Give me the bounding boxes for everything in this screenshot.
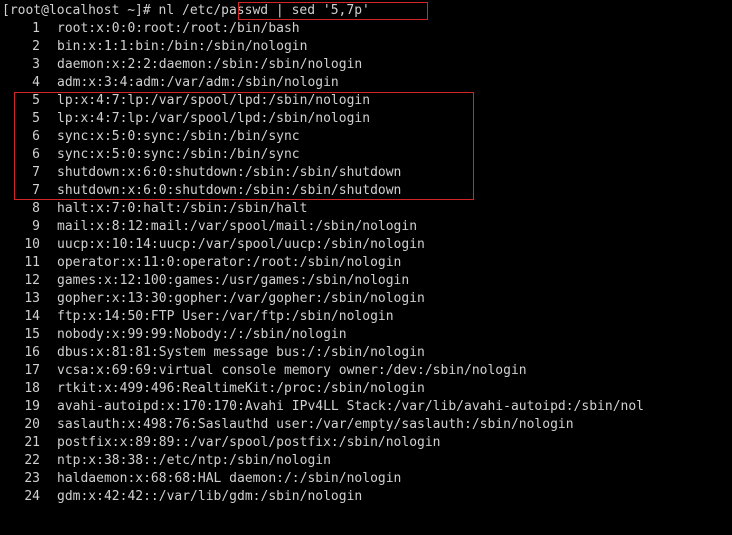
output-row: 11 operator:x:11:0:operator:/root:/sbin/n… <box>0 254 732 272</box>
command-output: 1 root:x:0:0:root:/root:/bin/bash 2 bin:x:1… <box>0 20 732 506</box>
line-text: shutdown:x:6:0:shutdown:/sbin:/sbin/shut… <box>57 182 401 200</box>
line-number: 24 <box>2 488 40 506</box>
line-text: operator:x:11:0:operator:/root:/sbin/nol… <box>57 254 401 272</box>
prompt-row: [root@localhost ~]# nl /etc/passwd | sed… <box>0 2 732 20</box>
line-number: 19 <box>2 398 40 416</box>
output-row: 14 ftp:x:14:50:FTP User:/var/ftp:/sbin/no… <box>0 308 732 326</box>
line-text: shutdown:x:6:0:shutdown:/sbin:/sbin/shut… <box>57 164 401 182</box>
output-row: 4 adm:x:3:4:adm:/var/adm:/sbin/nologin <box>0 74 732 92</box>
line-number: 14 <box>2 308 40 326</box>
output-row: 23 haldaemon:x:68:68:HAL daemon:/:/sbin/n… <box>0 470 732 488</box>
line-text: mail:x:8:12:mail:/var/spool/mail:/sbin/n… <box>57 218 417 236</box>
line-text: ftp:x:14:50:FTP User:/var/ftp:/sbin/nolo… <box>57 308 394 326</box>
line-number: 16 <box>2 344 40 362</box>
line-number: 13 <box>2 290 40 308</box>
output-row: 7 shutdown:x:6:0:shutdown:/sbin:/sbin/shu… <box>0 182 732 200</box>
line-number: 15 <box>2 326 40 344</box>
output-row: 24 gdm:x:42:42::/var/lib/gdm:/sbin/nologi… <box>0 488 732 506</box>
output-row: 9 mail:x:8:12:mail:/var/spool/mail:/sbin/… <box>0 218 732 236</box>
prompt-text: [root@localhost ~]# nl /etc/passwd | sed… <box>2 2 370 20</box>
output-row: 20 saslauth:x:498:76:Saslauthd user:/var/… <box>0 416 732 434</box>
line-number: 1 <box>2 20 40 38</box>
line-text: postfix:x:89:89::/var/spool/postfix:/sbi… <box>57 434 441 452</box>
output-row: 17 vcsa:x:69:69:virtual console memory ow… <box>0 362 732 380</box>
output-row: 13 gopher:x:13:30:gopher:/var/gopher:/sbi… <box>0 290 732 308</box>
line-number: 9 <box>2 218 40 236</box>
line-text: rtkit:x:499:496:RealtimeKit:/proc:/sbin/… <box>57 380 425 398</box>
output-row: 5 lp:x:4:7:lp:/var/spool/lpd:/sbin/nologi… <box>0 92 732 110</box>
terminal[interactable]: [root@localhost ~]# nl /etc/passwd | sed… <box>0 0 732 506</box>
line-text: dbus:x:81:81:System message bus:/:/sbin/… <box>57 344 425 362</box>
output-row: 1 root:x:0:0:root:/root:/bin/bash <box>0 20 732 38</box>
output-row: 22 ntp:x:38:38::/etc/ntp:/sbin/nologin <box>0 452 732 470</box>
line-number: 10 <box>2 236 40 254</box>
line-text: root:x:0:0:root:/root:/bin/bash <box>57 20 300 38</box>
output-row: 3 daemon:x:2:2:daemon:/sbin:/sbin/nologin <box>0 56 732 74</box>
line-number: 11 <box>2 254 40 272</box>
line-text: adm:x:3:4:adm:/var/adm:/sbin/nologin <box>57 74 339 92</box>
output-row: 8 halt:x:7:0:halt:/sbin:/sbin/halt <box>0 200 732 218</box>
line-number: 6 <box>2 128 40 146</box>
line-text: vcsa:x:69:69:virtual console memory owne… <box>57 362 527 380</box>
line-number: 7 <box>2 182 40 200</box>
output-row: 6 sync:x:5:0:sync:/sbin:/bin/sync <box>0 146 732 164</box>
line-number: 20 <box>2 416 40 434</box>
line-text: gdm:x:42:42::/var/lib/gdm:/sbin/nologin <box>57 488 362 506</box>
output-row: 19 avahi-autoipd:x:170:170:Avahi IPv4LL S… <box>0 398 732 416</box>
line-number: 12 <box>2 272 40 290</box>
line-number: 3 <box>2 56 40 74</box>
line-number: 5 <box>2 92 40 110</box>
line-text: uucp:x:10:14:uucp:/var/spool/uucp:/sbin/… <box>57 236 425 254</box>
output-row: 18 rtkit:x:499:496:RealtimeKit:/proc:/sbi… <box>0 380 732 398</box>
line-text: lp:x:4:7:lp:/var/spool/lpd:/sbin/nologin <box>57 110 370 128</box>
line-text: halt:x:7:0:halt:/sbin:/sbin/halt <box>57 200 307 218</box>
output-row: 21 postfix:x:89:89::/var/spool/postfix:/s… <box>0 434 732 452</box>
line-text: saslauth:x:498:76:Saslauthd user:/var/em… <box>57 416 574 434</box>
line-number: 17 <box>2 362 40 380</box>
line-number: 23 <box>2 470 40 488</box>
line-text: nobody:x:99:99:Nobody:/:/sbin/nologin <box>57 326 347 344</box>
output-row: 6 sync:x:5:0:sync:/sbin:/bin/sync <box>0 128 732 146</box>
output-row: 10 uucp:x:10:14:uucp:/var/spool/uucp:/sbi… <box>0 236 732 254</box>
line-number: 2 <box>2 38 40 56</box>
line-text: ntp:x:38:38::/etc/ntp:/sbin/nologin <box>57 452 331 470</box>
line-number: 8 <box>2 200 40 218</box>
line-text: lp:x:4:7:lp:/var/spool/lpd:/sbin/nologin <box>57 92 370 110</box>
line-number: 18 <box>2 380 40 398</box>
line-text: daemon:x:2:2:daemon:/sbin:/sbin/nologin <box>57 56 362 74</box>
line-text: bin:x:1:1:bin:/bin:/sbin/nologin <box>57 38 307 56</box>
output-row: 15 nobody:x:99:99:Nobody:/:/sbin/nologin <box>0 326 732 344</box>
line-number: 21 <box>2 434 40 452</box>
output-row: 7 shutdown:x:6:0:shutdown:/sbin:/sbin/shu… <box>0 164 732 182</box>
output-row: 16 dbus:x:81:81:System message bus:/:/sbi… <box>0 344 732 362</box>
output-row: 5 lp:x:4:7:lp:/var/spool/lpd:/sbin/nologi… <box>0 110 732 128</box>
line-number: 4 <box>2 74 40 92</box>
line-text: sync:x:5:0:sync:/sbin:/bin/sync <box>57 128 300 146</box>
line-text: avahi-autoipd:x:170:170:Avahi IPv4LL Sta… <box>57 398 644 416</box>
line-text: haldaemon:x:68:68:HAL daemon:/:/sbin/nol… <box>57 470 401 488</box>
line-text: sync:x:5:0:sync:/sbin:/bin/sync <box>57 146 300 164</box>
output-row: 2 bin:x:1:1:bin:/bin:/sbin/nologin <box>0 38 732 56</box>
line-number: 6 <box>2 146 40 164</box>
line-number: 5 <box>2 110 40 128</box>
output-row: 12 games:x:12:100:games:/usr/games:/sbin/… <box>0 272 732 290</box>
line-number: 22 <box>2 452 40 470</box>
line-text: games:x:12:100:games:/usr/games:/sbin/no… <box>57 272 409 290</box>
line-number: 7 <box>2 164 40 182</box>
line-text: gopher:x:13:30:gopher:/var/gopher:/sbin/… <box>57 290 425 308</box>
